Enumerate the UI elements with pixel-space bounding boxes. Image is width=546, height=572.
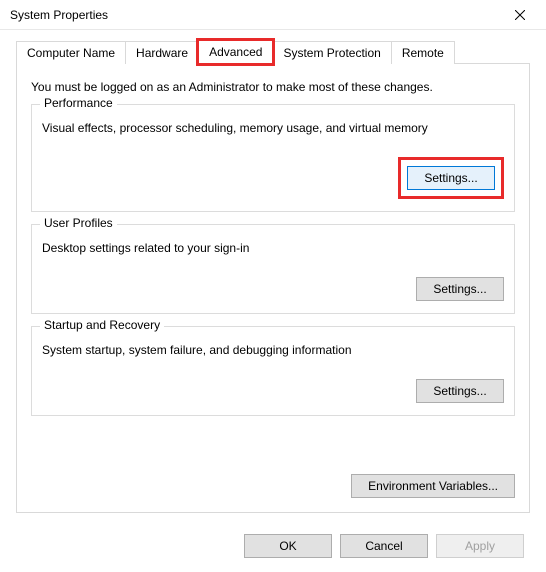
tabstrip: Computer Name Hardware Advanced System P…: [16, 40, 530, 64]
client-area: Computer Name Hardware Advanced System P…: [0, 30, 546, 513]
close-button[interactable]: [500, 1, 540, 29]
system-properties-window: System Properties Computer Name Hardware…: [0, 0, 546, 572]
performance-settings-highlight: Settings...: [398, 157, 504, 199]
tabpanel-advanced: You must be logged on as an Administrato…: [16, 63, 530, 513]
user-profiles-group: User Profiles Desktop settings related t…: [31, 224, 515, 314]
cancel-button[interactable]: Cancel: [340, 534, 428, 558]
performance-settings-button[interactable]: Settings...: [407, 166, 495, 190]
startup-recovery-group: Startup and Recovery System startup, sys…: [31, 326, 515, 416]
ok-button[interactable]: OK: [244, 534, 332, 558]
tab-remote[interactable]: Remote: [391, 41, 455, 64]
close-icon: [515, 10, 525, 20]
environment-variables-button[interactable]: Environment Variables...: [351, 474, 515, 498]
titlebar: System Properties: [0, 0, 546, 30]
dialog-buttons: OK Cancel Apply: [244, 534, 524, 558]
apply-button[interactable]: Apply: [436, 534, 524, 558]
admin-note: You must be logged on as an Administrato…: [31, 80, 515, 94]
performance-desc: Visual effects, processor scheduling, me…: [42, 121, 504, 135]
startup-recovery-settings-button[interactable]: Settings...: [416, 379, 504, 403]
user-profiles-settings-button[interactable]: Settings...: [416, 277, 504, 301]
startup-recovery-desc: System startup, system failure, and debu…: [42, 343, 504, 357]
startup-recovery-legend: Startup and Recovery: [40, 318, 164, 332]
tab-system-protection[interactable]: System Protection: [272, 41, 391, 64]
user-profiles-desc: Desktop settings related to your sign-in: [42, 241, 504, 255]
tab-computer-name[interactable]: Computer Name: [16, 41, 126, 64]
tab-hardware[interactable]: Hardware: [125, 41, 199, 64]
tab-advanced[interactable]: Advanced: [198, 40, 273, 64]
performance-group: Performance Visual effects, processor sc…: [31, 104, 515, 212]
user-profiles-legend: User Profiles: [40, 216, 117, 230]
performance-legend: Performance: [40, 96, 117, 110]
window-title: System Properties: [10, 8, 500, 22]
